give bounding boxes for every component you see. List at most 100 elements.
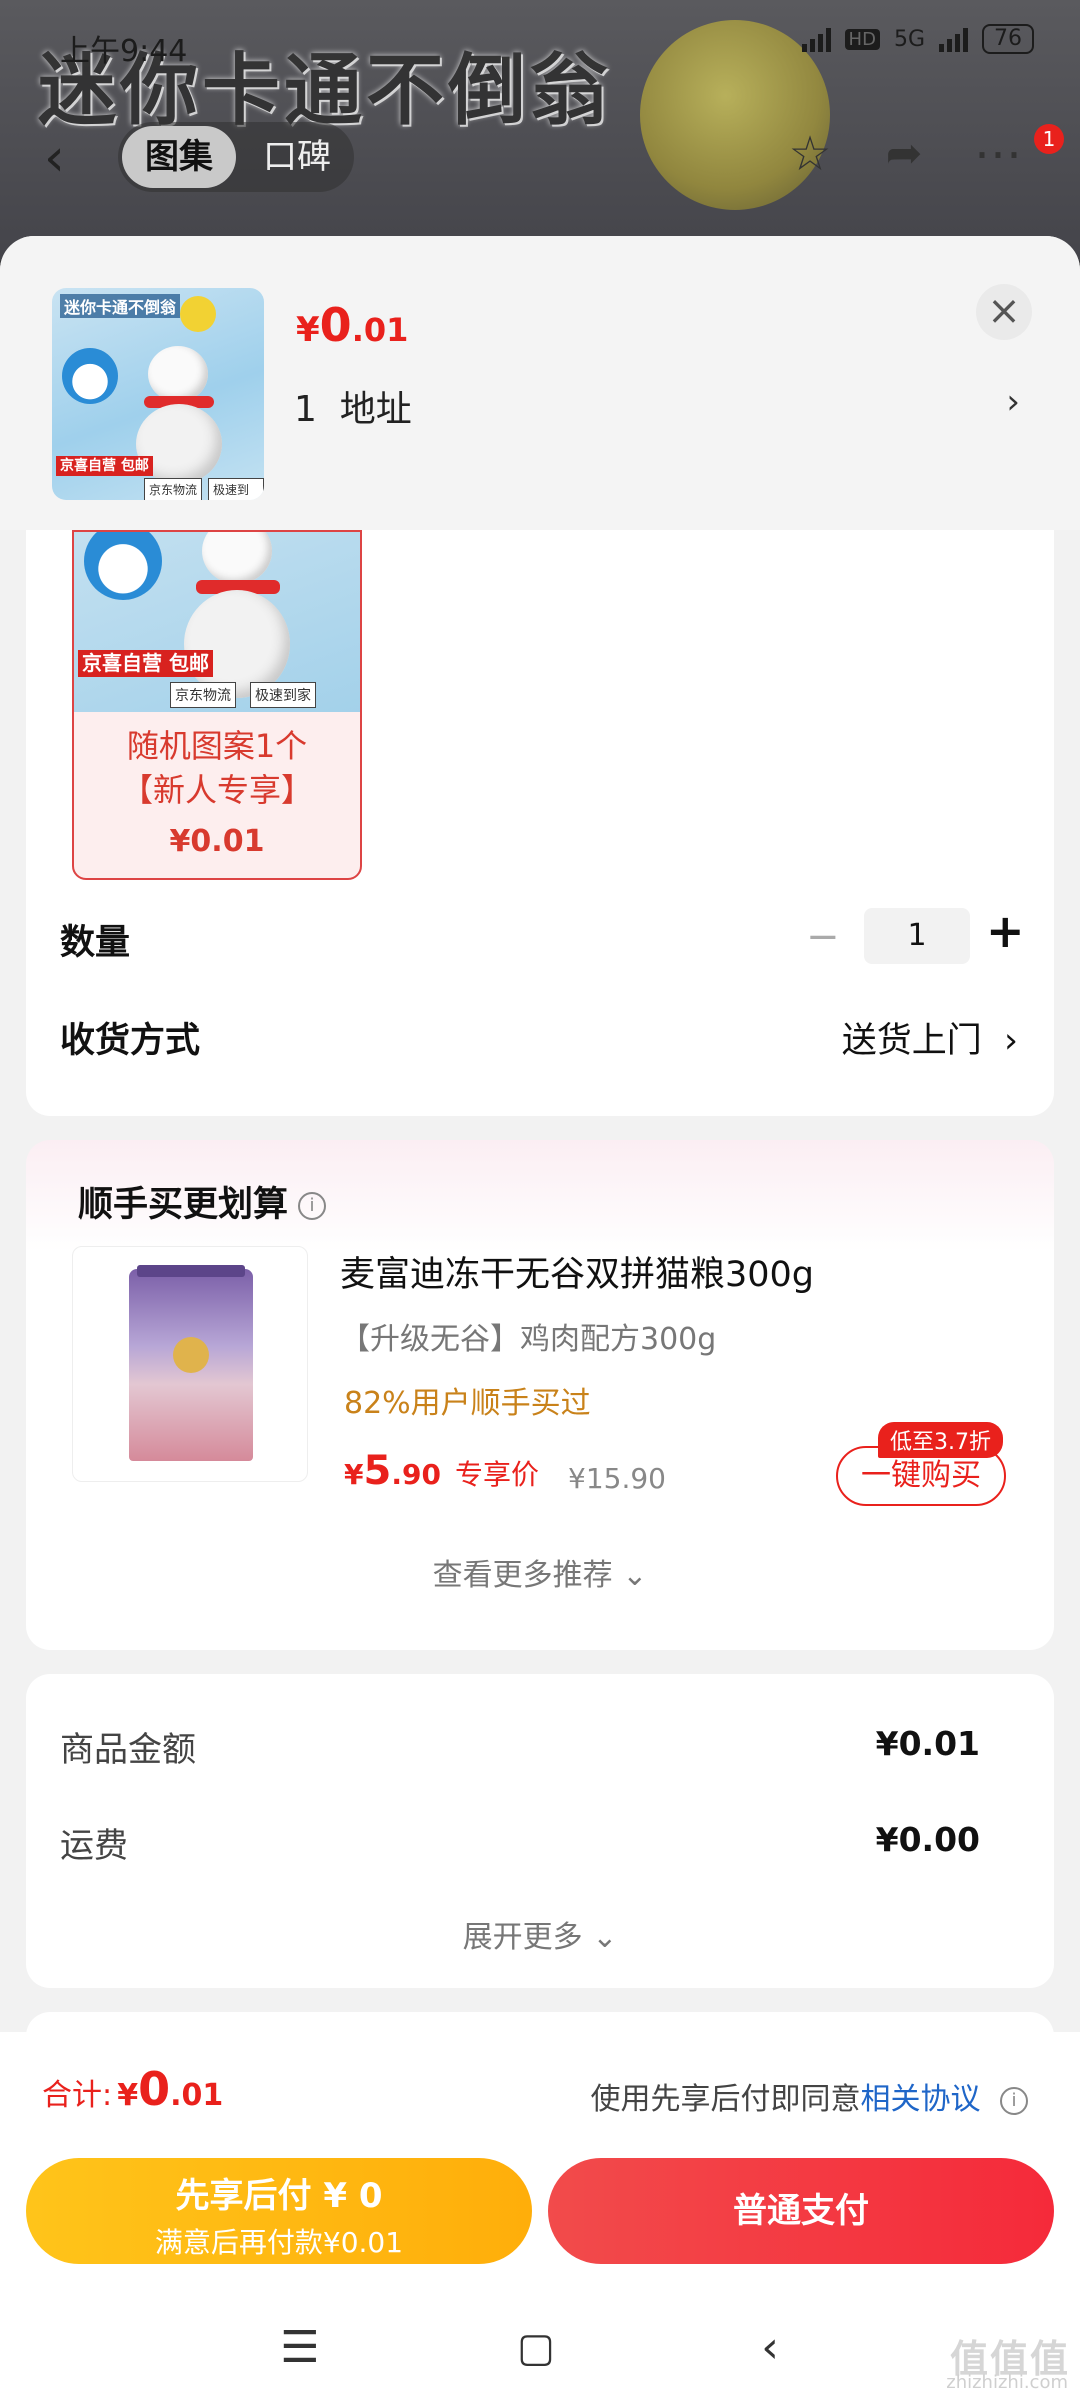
pay-later-subtitle: 满意后再付款¥0.01 bbox=[154, 2226, 404, 2259]
back-arrow-icon[interactable]: ‹ bbox=[44, 128, 65, 188]
more-recommendations-text: 查看更多推荐 bbox=[432, 1558, 613, 1593]
discount-badge: 低至3.7折 bbox=[878, 1422, 1003, 1458]
agreement-text: 使用先享后付即同意相关协议 i bbox=[590, 2074, 1028, 2118]
quantity-increase-button[interactable]: + bbox=[986, 904, 1025, 958]
price-summary-card: 商品金额 ¥0.01 运费 ¥0.00 展开更多 ⌄ bbox=[26, 1674, 1054, 1988]
recommendation-card: 顺手买更划算 i 麦富迪冻干无谷双拼猫粮300g 【升级无谷】鸡肉配方300g 8… bbox=[26, 1140, 1054, 1650]
shipping-method-selector[interactable]: 送货上门 › bbox=[842, 1012, 1018, 1063]
hd-icon: HD bbox=[844, 28, 880, 50]
goods-amount-label: 商品金额 bbox=[60, 1730, 196, 1770]
sheet-header: 迷你卡通不倒翁 京喜自营 包邮 京东物流 极速到家 ¥0.01 1 地址 › × bbox=[0, 236, 1080, 530]
back-icon[interactable]: ‹ bbox=[740, 2318, 800, 2378]
status-time: 上午9:44 bbox=[60, 34, 188, 69]
shipping-label: 收货方式 bbox=[60, 1021, 201, 1061]
checkout-bar: 合计: ¥0.01 使用先享后付即同意相关协议 i 先享后付 ¥ 0 满意后再付… bbox=[0, 2032, 1080, 2400]
tab-reviews[interactable]: 口碑 bbox=[240, 126, 354, 188]
variant-tag-logistics: 京东物流 bbox=[170, 682, 236, 708]
variant-image: 京喜自营 包邮 京东物流 极速到家 bbox=[74, 532, 360, 712]
snowman-head bbox=[202, 532, 272, 584]
recommendation-title-text: 顺手买更划算 bbox=[78, 1185, 289, 1225]
doraemon-figure bbox=[62, 348, 118, 404]
media-tabs: 图集 口碑 bbox=[118, 122, 354, 192]
variant-option-selected[interactable]: 京喜自营 包邮 京东物流 极速到家 随机图案1个 【新人专享】 ¥0.01 bbox=[72, 530, 362, 880]
agreement-prefix: 使用先享后付即同意 bbox=[590, 2082, 861, 2117]
expand-more-text: 展开更多 bbox=[462, 1920, 583, 1955]
total-label: 合计: bbox=[42, 2078, 113, 2113]
status-bar: 上午9:44 HD 5G 76 bbox=[0, 0, 1080, 90]
duck-figure bbox=[180, 296, 216, 332]
battery-icon: 76 bbox=[982, 24, 1034, 54]
variant-price: ¥0.01 bbox=[169, 824, 265, 859]
variant-name-line1: 随机图案1个 bbox=[126, 727, 308, 765]
recommended-product-name[interactable]: 麦富迪冻干无谷双拼猫粮300g bbox=[340, 1246, 814, 1297]
background-product-page: 迷你卡通不倒翁 上午9:44 HD 5G 76 ‹ 图集 口碑 ☆ ➦ ⋯ 1 bbox=[0, 0, 1080, 260]
address-label: 地址 bbox=[339, 389, 412, 430]
normal-pay-button[interactable]: 普通支付 bbox=[548, 2158, 1054, 2264]
product-nav-bar: ‹ 图集 口碑 ☆ ➦ ⋯ 1 bbox=[0, 110, 1080, 200]
variant-tag-selfrun: 京喜自营 包邮 bbox=[78, 650, 213, 677]
shipping-value: 送货上门 bbox=[841, 1021, 982, 1061]
star-icon[interactable]: ☆ bbox=[782, 126, 838, 182]
chevron-down-icon: ⌄ bbox=[592, 1920, 618, 1955]
price-currency: ¥ bbox=[296, 310, 320, 350]
signal-icon-2 bbox=[939, 26, 968, 52]
expand-more-link[interactable]: 展开更多 ⌄ bbox=[26, 1912, 1054, 1956]
thumb-tag-logistics: 京东物流 bbox=[144, 478, 203, 500]
tab-gallery[interactable]: 图集 bbox=[122, 126, 236, 188]
quantity-input[interactable]: 1 bbox=[864, 908, 970, 964]
notification-badge: 1 bbox=[1034, 124, 1064, 154]
info-icon[interactable]: i bbox=[1000, 2086, 1028, 2115]
address-chevron-icon[interactable]: › bbox=[1006, 382, 1020, 422]
home-square-icon[interactable]: ▢ bbox=[506, 2318, 566, 2378]
bag-top bbox=[137, 1265, 245, 1277]
address-index: 1 bbox=[294, 389, 317, 430]
rec-price-currency: ¥ bbox=[344, 1458, 364, 1491]
total-integer: 0 bbox=[138, 2062, 171, 2116]
recommendation-title: 顺手买更划算 i bbox=[78, 1176, 327, 1227]
address-selector[interactable]: 1 地址 bbox=[294, 380, 412, 432]
signal-icon bbox=[801, 26, 831, 52]
variant-name-line2: 【新人专享】 bbox=[120, 771, 313, 809]
system-navigation-bar: ☰ ▢ ‹ bbox=[0, 2300, 1080, 2400]
recommended-product-image[interactable] bbox=[72, 1246, 308, 1482]
variant-name: 随机图案1个 【新人专享】 bbox=[74, 724, 360, 812]
variant-tag-fast: 极速到家 bbox=[250, 682, 316, 708]
close-button[interactable]: × bbox=[976, 284, 1032, 340]
price-integer: 0 bbox=[319, 298, 352, 352]
freight-label: 运费 bbox=[60, 1826, 128, 1866]
rec-price-integer: 5 bbox=[363, 1448, 392, 1494]
price-decimal: .01 bbox=[351, 311, 409, 349]
total-decimal: .01 bbox=[170, 2078, 224, 2113]
rec-price-label: 专享价 bbox=[454, 1458, 539, 1491]
pay-later-button[interactable]: 先享后付 ¥ 0 满意后再付款¥0.01 bbox=[26, 2158, 532, 2264]
share-icon[interactable]: ➦ bbox=[876, 126, 932, 182]
product-thumbnail[interactable]: 迷你卡通不倒翁 京喜自营 包邮 京东物流 极速到家 bbox=[52, 288, 264, 500]
pay-later-title: 先享后付 ¥ 0 bbox=[175, 2176, 383, 2216]
more-icon[interactable]: ⋯ bbox=[970, 126, 1026, 182]
recommended-original-price: ¥15.90 bbox=[568, 1462, 666, 1495]
info-icon[interactable]: i bbox=[298, 1192, 327, 1220]
total-currency: ¥ bbox=[117, 2078, 139, 2113]
quantity-decrease-button[interactable]: − bbox=[806, 914, 840, 960]
recommended-product-spec: 【升级无谷】鸡肉配方300g bbox=[340, 1322, 717, 1357]
chevron-right-icon: › bbox=[1004, 1021, 1018, 1061]
agreement-link[interactable]: 相关协议 bbox=[860, 2082, 980, 2117]
doraemon-figure bbox=[84, 532, 162, 600]
menu-icon[interactable]: ☰ bbox=[270, 2318, 330, 2378]
bag-badge bbox=[173, 1337, 209, 1373]
recommended-product-price: ¥5.90 专享价 bbox=[344, 1448, 539, 1494]
thumb-tag-selfrun: 京喜自营 包邮 bbox=[56, 456, 153, 477]
watermark-url: zhizhizhi.com bbox=[946, 2372, 1068, 2393]
total-amount: 合计: ¥0.01 bbox=[42, 2062, 223, 2116]
order-options-card: 京喜自营 包邮 京东物流 极速到家 随机图案1个 【新人专享】 ¥0.01 数量… bbox=[26, 530, 1054, 1116]
more-recommendations-link[interactable]: 查看更多推荐 ⌄ bbox=[26, 1550, 1054, 1594]
rec-price-decimal: .90 bbox=[391, 1458, 441, 1491]
selected-price: ¥0.01 bbox=[296, 298, 408, 352]
quantity-label: 数量 bbox=[60, 923, 131, 963]
thumbnail-title: 迷你卡通不倒翁 bbox=[60, 294, 181, 318]
snowman-head bbox=[148, 346, 208, 402]
chevron-down-icon: ⌄ bbox=[622, 1558, 648, 1593]
status-icons: HD 5G 76 bbox=[801, 24, 1034, 54]
freight-value: ¥0.00 bbox=[875, 1820, 980, 1859]
recommended-product-stat: 82%用户顺手买过 bbox=[344, 1386, 591, 1421]
